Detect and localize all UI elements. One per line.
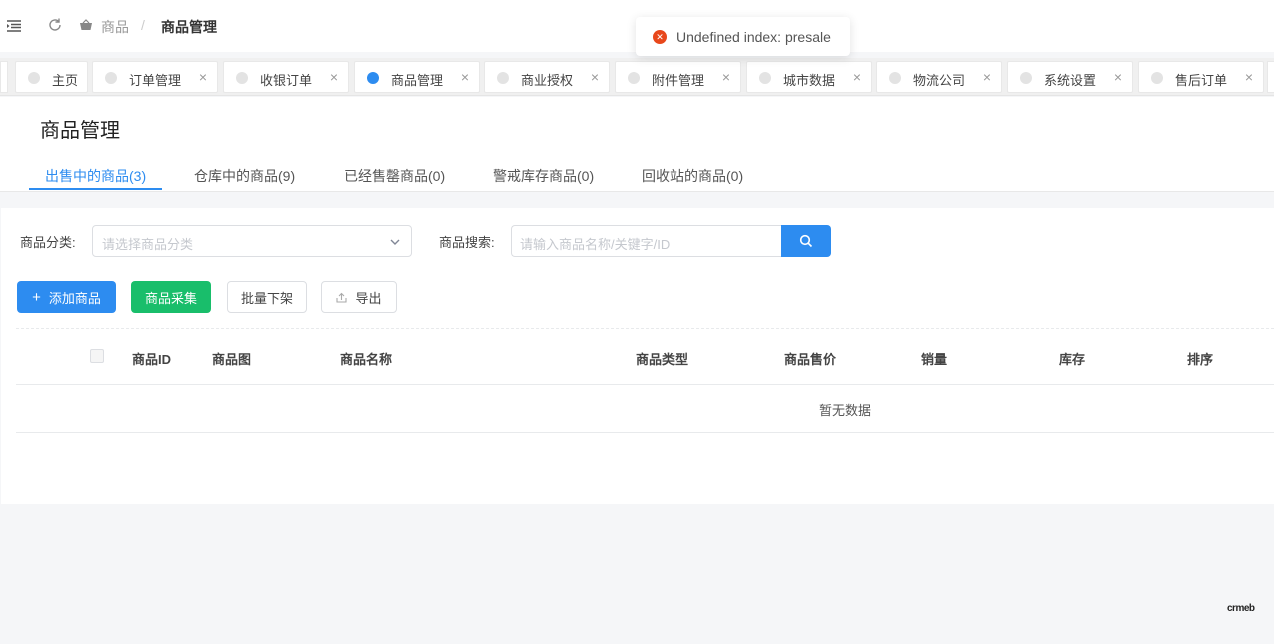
search-input[interactable]: 请输入商品名称/关键字/ID [511, 225, 783, 257]
column-header-type: 商品类型 [636, 352, 689, 367]
column-header-image: 商品图 [212, 352, 252, 367]
column-header-stock: 库存 [1059, 352, 1086, 367]
tab-dot [236, 72, 248, 84]
tab-label: 售后订单 [1175, 73, 1228, 88]
empty-state-text: 暂无数据 [819, 403, 872, 418]
tab-scroll-left[interactable] [0, 61, 8, 93]
tab-label: 城市数据 [783, 73, 836, 88]
export-button[interactable]: 导出 [321, 281, 397, 313]
basket-icon [80, 19, 92, 30]
tab-home[interactable]: 主页 [15, 61, 88, 93]
category-label: 商品分类: [20, 235, 76, 250]
close-icon[interactable]: × [591, 70, 599, 84]
page-title: 商品管理 [40, 120, 120, 142]
tab-dot-active [367, 72, 379, 84]
breadcrumb-separator: / [141, 17, 145, 33]
menu-fold-icon[interactable] [6, 18, 22, 34]
search-placeholder: 请输入商品名称/关键字/ID [520, 237, 671, 252]
tab-label: 主页 [52, 73, 79, 88]
tab-logistics[interactable]: 物流公司 × [876, 61, 1002, 93]
plus-icon: + [32, 288, 41, 306]
tab-label: 商业授权 [521, 73, 574, 88]
column-header-sales: 销量 [921, 352, 948, 367]
tab-label: 附件管理 [652, 73, 705, 88]
batch-off-shelf-button[interactable]: 批量下架 [227, 281, 307, 313]
toast-message: Undefined index: presale [676, 28, 831, 45]
error-toast: ✕ Undefined index: presale [636, 17, 850, 56]
tab-system-settings[interactable]: 系统设置 × [1007, 61, 1133, 93]
tab-business-auth[interactable]: 商业授权 × [484, 61, 610, 93]
tab-attachments[interactable]: 附件管理 × [615, 61, 741, 93]
table-bottom-border [16, 432, 1274, 433]
tab-dot [28, 72, 40, 84]
close-icon[interactable]: × [1114, 70, 1122, 84]
category-placeholder: 请选择商品分类 [102, 237, 194, 252]
export-label: 导出 [355, 290, 382, 306]
batch-off-shelf-label: 批量下架 [240, 290, 293, 306]
search-icon [799, 234, 813, 248]
tab-dot [105, 72, 117, 84]
close-icon[interactable]: × [330, 70, 338, 84]
breadcrumb-item-goods[interactable]: 商品 [101, 17, 129, 37]
page-header: 商品管理 出售中的商品(3) 仓库中的商品(9) 已经售罄商品(0) 警戒库存商… [0, 97, 1274, 192]
tab-dot [497, 72, 509, 84]
tab-dot [1151, 72, 1163, 84]
close-icon[interactable]: × [853, 70, 861, 84]
chevron-down-icon [390, 239, 400, 245]
tab-after-sales[interactable]: 售后订单 × [1138, 61, 1264, 93]
search-label: 商品搜索: [439, 235, 495, 250]
tab-orders[interactable]: 订单管理 × [92, 61, 218, 93]
tab-label: 物流公司 [913, 73, 966, 88]
table-header-border [16, 384, 1274, 385]
brand-logo: crmeb [1227, 603, 1255, 614]
table-divider [16, 328, 1274, 329]
close-icon[interactable]: × [461, 70, 469, 84]
tab-dot [628, 72, 640, 84]
subtab-low-stock[interactable]: 警戒库存商品(0) [493, 166, 594, 186]
upload-icon [336, 292, 348, 303]
add-goods-label: 添加商品 [48, 290, 101, 306]
close-icon[interactable]: × [983, 70, 991, 84]
add-goods-button[interactable]: + 添加商品 [17, 281, 116, 313]
select-all-checkbox[interactable] [90, 349, 104, 363]
search-button[interactable] [781, 225, 831, 257]
refresh-icon[interactable] [47, 17, 63, 33]
tab-bar: 主页 订单管理 × 收银订单 × 商品管理 × 商业授权 × 附件管理 × 城市… [0, 58, 1274, 96]
subtab-recycle-bin[interactable]: 回收站的商品(0) [642, 166, 743, 186]
close-icon[interactable]: × [722, 70, 730, 84]
category-select[interactable]: 请选择商品分类 [92, 225, 412, 257]
goods-card: 商品分类: 请选择商品分类 商品搜索: 请输入商品名称/关键字/ID + 添加商… [1, 208, 1274, 504]
tab-label: 订单管理 [129, 73, 182, 88]
tab-cashier-orders[interactable]: 收银订单 × [223, 61, 349, 93]
column-header-price: 商品售价 [784, 352, 837, 367]
tab-label: 系统设置 [1044, 73, 1097, 88]
column-header-sort: 排序 [1187, 352, 1214, 367]
column-header-name: 商品名称 [340, 352, 393, 367]
collect-goods-button[interactable]: 商品采集 [131, 281, 211, 313]
breadcrumb-item-current: 商品管理 [161, 19, 217, 35]
tab-dot [889, 72, 901, 84]
column-header-id: 商品ID [132, 352, 172, 367]
tab-label: 收银订单 [260, 73, 313, 88]
tab-dot [759, 72, 771, 84]
tab-goods-management[interactable]: 商品管理 × [354, 61, 480, 93]
tab-dot [1020, 72, 1032, 84]
subtab-in-warehouse[interactable]: 仓库中的商品(9) [194, 166, 295, 186]
close-icon[interactable]: × [199, 70, 207, 84]
close-icon[interactable]: × [1245, 70, 1253, 84]
tab-city-data[interactable]: 城市数据 × [746, 61, 872, 93]
error-circle-icon: ✕ [653, 29, 667, 44]
subtab-on-sale[interactable]: 出售中的商品(3) [45, 166, 146, 186]
active-subtab-indicator [29, 188, 162, 190]
subtab-sold-out[interactable]: 已经售罄商品(0) [344, 166, 445, 186]
tab-label: 商品管理 [391, 73, 444, 88]
tab-scroll-right[interactable] [1267, 61, 1274, 93]
collect-goods-label: 商品采集 [144, 290, 197, 306]
